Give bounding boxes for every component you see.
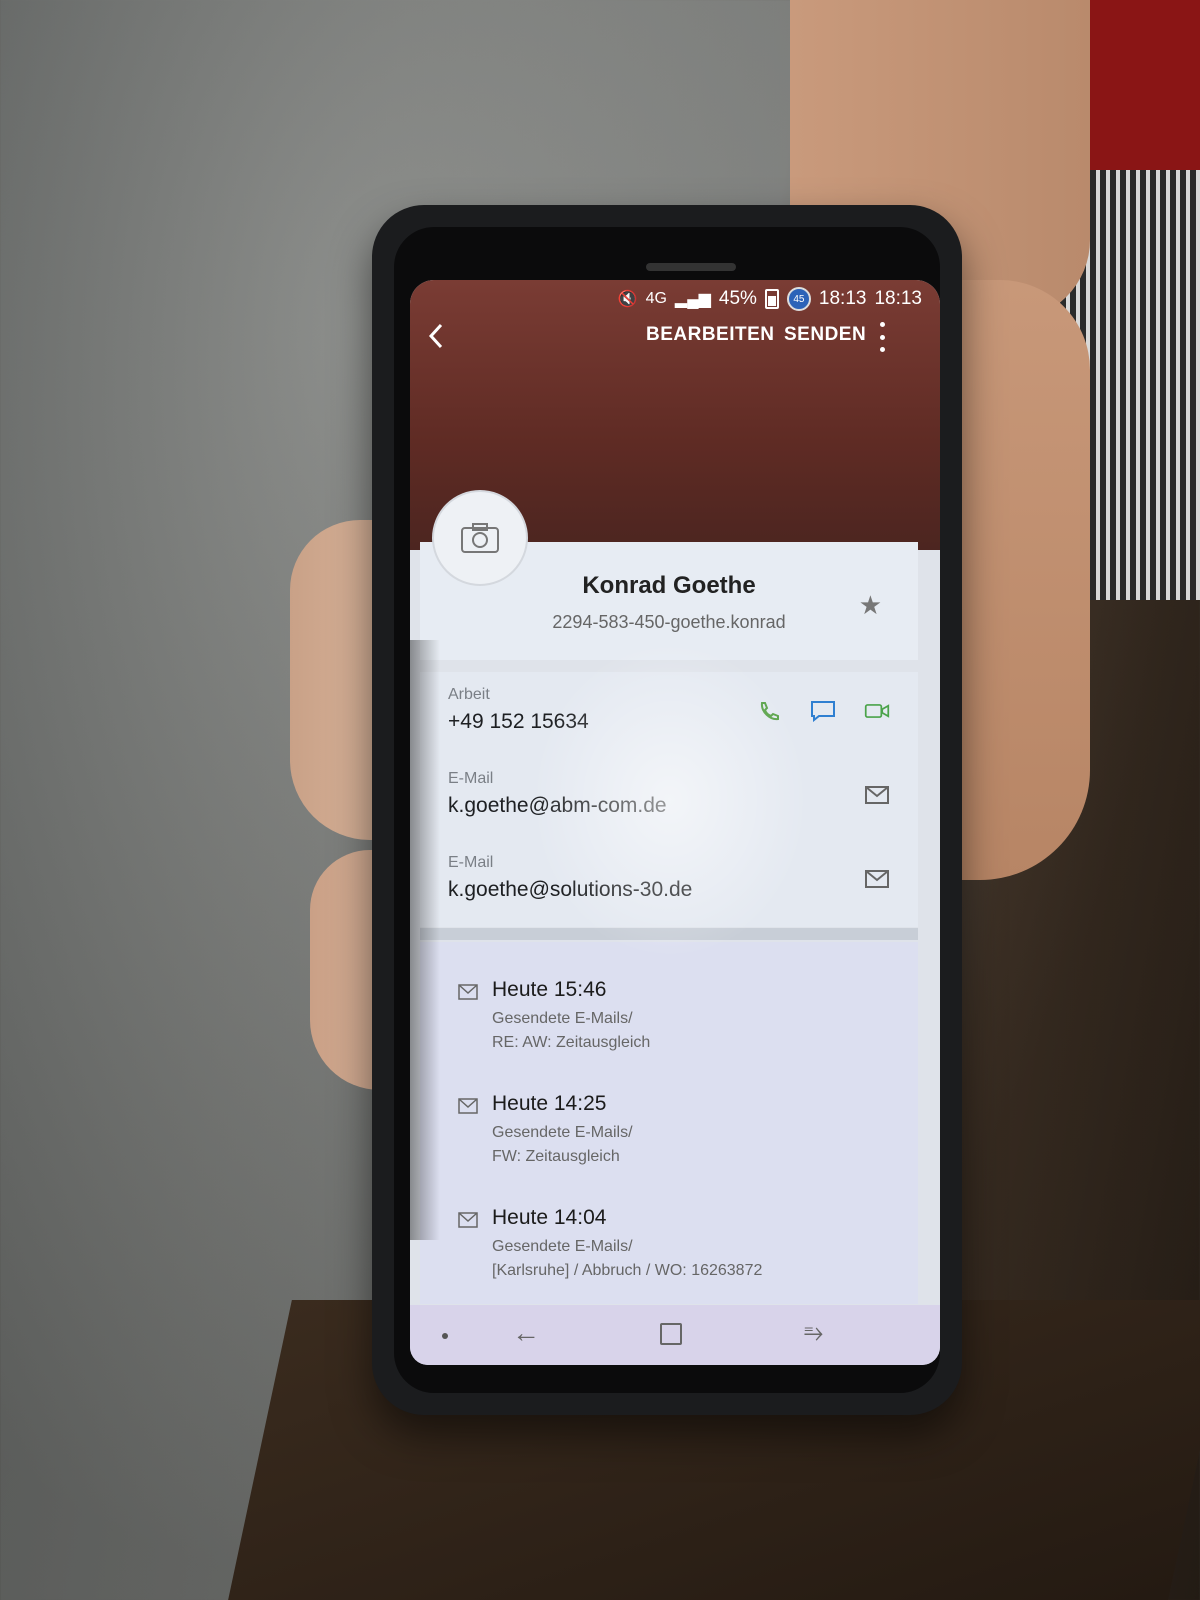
mute-icon: 🔇 (617, 291, 638, 308)
notification-badge: 45 (786, 287, 811, 311)
message-icon[interactable] (810, 700, 836, 722)
history-folder: Gesendete E-Mails/ (492, 1238, 633, 1255)
edit-button[interactable]: BEARBEITEN (646, 324, 775, 346)
back-button[interactable] (426, 322, 456, 352)
contact-toolbar: BEARBEITEN SENDEN (410, 312, 940, 362)
contact-details-card: Arbeit +49 152 15634 E-Mail k.goethe@abm… (420, 672, 918, 927)
phone-actions (756, 700, 890, 722)
mail-icon (458, 1212, 478, 1228)
contact-subtitle: 2294-583-450-goethe.konrad (552, 612, 786, 632)
phone-row[interactable]: Arbeit +49 152 15634 (420, 672, 918, 752)
email-label-2: E-Mail (448, 854, 494, 871)
phone-speaker (646, 263, 736, 271)
more-options-icon[interactable] (876, 322, 888, 352)
phone-screen: 🔇 4G ▂▄▆ 45% 45 18:13 18:13 BEARBEITEN S… (410, 280, 940, 1365)
camera-icon (461, 523, 499, 553)
phone-label: Arbeit (448, 686, 490, 703)
nav-back-icon[interactable]: ← (512, 1317, 540, 1349)
history-list: Heute 15:46 Gesendete E-Mails/ RE: AW: Z… (420, 942, 918, 1304)
history-item[interactable]: Heute 14:25 Gesendete E-Mails/ FW: Zeita… (420, 1084, 918, 1196)
mail-icon[interactable] (864, 868, 890, 890)
nav-recent-apps-icon[interactable]: ⥱ (804, 1319, 823, 1347)
phone-number: +49 152 15634 (448, 710, 589, 733)
email-value-1: k.goethe@abm-com.de (448, 794, 667, 817)
history-time: Heute 14:04 (492, 1206, 607, 1229)
signal-icon: ▂▄▆ (674, 291, 711, 308)
favorite-star-icon[interactable]: ★ (859, 590, 882, 621)
history-subject: [Karlsruhe] / Abbruch / WO: 16263872 (492, 1262, 763, 1279)
email-row-2[interactable]: E-Mail k.goethe@solutions-30.de (420, 840, 918, 920)
history-subject: RE: AW: Zeitausgleich (492, 1034, 651, 1051)
nav-indicator-dot (442, 1333, 448, 1339)
history-folder: Gesendete E-Mails/ (492, 1124, 633, 1141)
email-row-1[interactable]: E-Mail k.goethe@abm-com.de (420, 756, 918, 836)
video-call-icon[interactable] (864, 700, 890, 722)
call-icon[interactable] (756, 700, 782, 722)
battery-icon (764, 289, 779, 309)
history-folder: Gesendete E-Mails/ (492, 1010, 633, 1027)
mail-icon (458, 1098, 478, 1114)
status-time-2: 18:13 (874, 288, 922, 309)
send-button[interactable]: SENDEN (784, 324, 866, 346)
contact-photo-button[interactable] (432, 490, 528, 586)
network-type: 4G (645, 290, 667, 307)
status-bar: 🔇 4G ▂▄▆ 45% 45 18:13 18:13 (618, 286, 922, 312)
section-divider (420, 928, 918, 940)
history-subject: FW: Zeitausgleich (492, 1148, 620, 1165)
mail-icon (458, 984, 478, 1000)
email-value-2: k.goethe@solutions-30.de (448, 878, 693, 901)
history-item[interactable]: Heute 15:46 Gesendete E-Mails/ RE: AW: Z… (420, 970, 918, 1082)
history-item[interactable]: Heute 14:04 Gesendete E-Mails/ [Karlsruh… (420, 1198, 918, 1310)
email-label-1: E-Mail (448, 770, 494, 787)
history-time: Heute 14:25 (492, 1092, 607, 1115)
system-nav-bar: ← ⥱ (410, 1305, 940, 1365)
chevron-left-icon (428, 323, 443, 349)
history-time: Heute 15:46 (492, 978, 607, 1001)
mail-icon[interactable] (864, 784, 890, 806)
nav-home-icon[interactable] (660, 1323, 682, 1345)
status-time-1: 18:13 (818, 288, 867, 309)
battery-percent: 45% (718, 288, 757, 309)
